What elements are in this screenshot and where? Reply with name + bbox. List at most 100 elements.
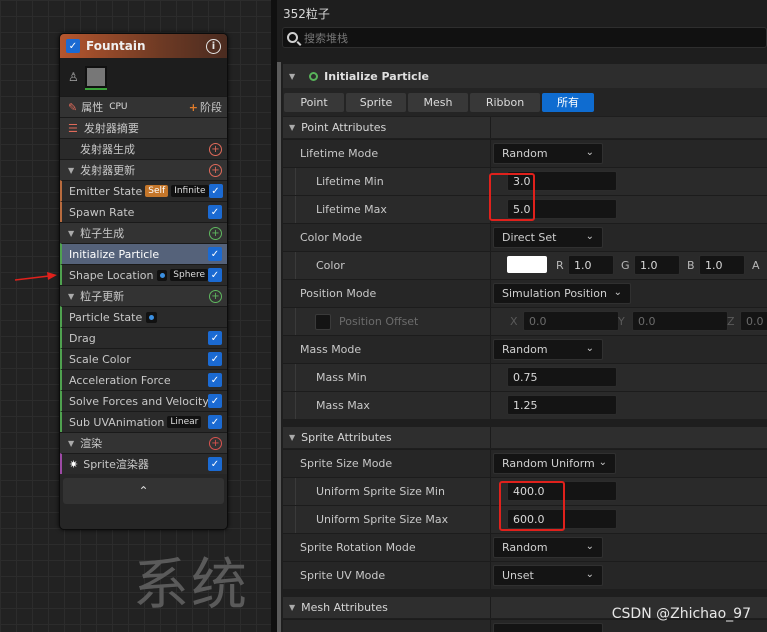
color-r-input[interactable]: 1.0	[568, 255, 614, 275]
graph-canvas[interactable]: 系统 ✓ Fountain i ♙ ✎ 属性 CPU + 阶段 ☰ 发射器摘要	[0, 0, 271, 632]
acceleration-force-checkbox[interactable]: ✓	[208, 373, 222, 387]
tab-point[interactable]: Point	[284, 92, 344, 112]
add-renderer-icon[interactable]: +	[209, 436, 222, 450]
mass-min-input[interactable]: 0.75	[507, 367, 617, 387]
emitter-spawn-row[interactable]: 发射器生成 +	[60, 138, 227, 159]
collapse-icon[interactable]: ▼	[289, 433, 295, 442]
drag-row[interactable]: Drag ✓	[60, 327, 227, 348]
add-emitter-update-icon[interactable]: +	[209, 163, 222, 177]
add-stage-button[interactable]: + 阶段	[189, 99, 222, 115]
scale-color-checkbox[interactable]: ✓	[208, 352, 222, 366]
summary-row[interactable]: ☰ 发射器摘要	[60, 117, 227, 138]
render-section[interactable]: ▼ 渲染 +	[60, 432, 227, 453]
lifetime-min-row: Lifetime Min 3.0	[283, 167, 767, 195]
sprite-uv-mode-dropdown[interactable]: Unset ⌄	[493, 565, 603, 586]
emitter-state-row[interactable]: Emitter State Self Infinite ✓	[60, 180, 227, 201]
position-mode-dropdown[interactable]: Simulation Position ⌄	[493, 283, 631, 304]
particle-spawn-section[interactable]: ▼ 粒子生成 +	[60, 222, 227, 243]
sprite-rotation-mode-dropdown[interactable]: Random ⌄	[493, 537, 603, 558]
solve-forces-row[interactable]: Solve Forces and Velocity ✓	[60, 390, 227, 411]
drag-checkbox[interactable]: ✓	[208, 331, 222, 345]
initialize-particle-row[interactable]: Initialize Particle ✓	[60, 243, 227, 264]
collapse-icon[interactable]: ▼	[289, 603, 295, 612]
collapse-icon[interactable]: ▼	[289, 72, 295, 81]
lifetime-mode-row: Lifetime Mode Random ⌄	[283, 139, 767, 167]
emitter-node[interactable]: ✓ Fountain i ♙ ✎ 属性 CPU + 阶段 ☰ 发射器摘要 发射器…	[59, 33, 228, 530]
collapse-icon[interactable]: ▼	[289, 123, 295, 132]
sprite-rotation-mode-label: Sprite Rotation Mode	[300, 541, 416, 554]
color-swatch[interactable]	[507, 256, 547, 273]
tab-all[interactable]: 所有	[542, 92, 594, 112]
tab-ribbon[interactable]: Ribbon	[470, 92, 540, 112]
collapse-icon[interactable]: ▼	[68, 166, 74, 175]
emitter-update-label: 发射器更新	[80, 164, 136, 177]
sprite-size-max-input[interactable]: 600.0	[507, 509, 617, 529]
tab-sprite[interactable]: Sprite	[346, 92, 406, 112]
lifetime-mode-label: Lifetime Mode	[300, 147, 379, 160]
sprite-size-min-input[interactable]: 400.0	[507, 481, 617, 501]
particle-update-section[interactable]: ▼ 粒子更新 +	[60, 285, 227, 306]
search-placeholder: 搜索堆栈	[304, 31, 348, 45]
sprite-renderer-checkbox[interactable]: ✓	[208, 457, 222, 471]
mesh-mode-dropdown[interactable]	[493, 623, 603, 632]
shape-location-checkbox[interactable]: ✓	[208, 268, 222, 282]
particle-update-label: 粒子更新	[80, 290, 125, 303]
sprite-renderer-row[interactable]: ✷ Sprite渲染器 ✓	[60, 453, 227, 474]
emitter-node-header[interactable]: ✓ Fountain i	[60, 34, 227, 58]
emitter-thumbnail[interactable]	[84, 66, 107, 88]
add-particle-spawn-icon[interactable]: +	[209, 226, 222, 240]
color-b-input[interactable]: 1.0	[699, 255, 745, 275]
sprite-uv-mode-label: Sprite UV Mode	[300, 569, 386, 582]
acceleration-force-row[interactable]: Acceleration Force ✓	[60, 369, 227, 390]
position-offset-checkbox[interactable]	[315, 314, 331, 330]
scale-color-row[interactable]: Scale Color ✓	[60, 348, 227, 369]
spawn-rate-checkbox[interactable]: ✓	[208, 205, 222, 219]
emitter-enabled-checkbox[interactable]: ✓	[66, 39, 80, 53]
dot-icon	[157, 269, 168, 281]
collapse-icon[interactable]: ▼	[68, 439, 74, 448]
annotation-arrow	[15, 272, 57, 281]
mass-max-input[interactable]: 1.25	[507, 395, 617, 415]
chevron-down-icon: ⌄	[585, 343, 594, 354]
offset-x-input[interactable]: 0.0	[523, 311, 619, 331]
particle-state-row[interactable]: Particle State	[60, 306, 227, 327]
mass-mode-label: Mass Mode	[300, 343, 362, 356]
lifetime-mode-dropdown[interactable]: Random ⌄	[493, 143, 603, 164]
color-mode-dropdown[interactable]: Direct Set ⌄	[493, 227, 603, 248]
add-emitter-spawn-icon[interactable]: +	[209, 142, 222, 156]
emitter-update-section[interactable]: ▼ 发射器更新 +	[60, 159, 227, 180]
sub-uv-checkbox[interactable]: ✓	[208, 415, 222, 429]
shape-location-row[interactable]: Shape Location Sphere ✓	[60, 264, 227, 285]
point-attributes-header[interactable]: ▼ Point Attributes	[283, 117, 767, 138]
collapse-icon[interactable]: ▼	[68, 229, 74, 238]
solve-forces-checkbox[interactable]: ✓	[208, 394, 222, 408]
offset-y-input[interactable]: 0.0	[632, 311, 728, 331]
color-g-input[interactable]: 1.0	[634, 255, 680, 275]
sub-uv-row[interactable]: Sub UVAnimation Linear ✓	[60, 411, 227, 432]
mass-mode-dropdown[interactable]: Random ⌄	[493, 339, 603, 360]
filter-tabs: Point Sprite Mesh Ribbon 所有	[283, 88, 767, 116]
lifetime-min-label: Lifetime Min	[316, 175, 384, 188]
sprite-size-mode-dropdown[interactable]: Random Uniform ⌄	[493, 453, 616, 474]
chevron-down-icon: ⌄	[598, 457, 607, 468]
info-icon[interactable]: i	[206, 38, 221, 54]
module-header[interactable]: ▼ Initialize Particle	[283, 64, 767, 88]
scrollbar[interactable]	[277, 62, 281, 632]
collapse-icon[interactable]: ▼	[68, 292, 74, 301]
sprite-size-max-label: Uniform Sprite Size Max	[316, 513, 449, 526]
sprite-attributes-header[interactable]: ▼ Sprite Attributes	[283, 427, 767, 448]
search-input[interactable]: 搜索堆栈	[282, 27, 767, 48]
lifetime-min-input[interactable]: 3.0	[507, 171, 617, 191]
tab-mesh[interactable]: Mesh	[408, 92, 468, 112]
module-title: Initialize Particle	[324, 69, 429, 83]
properties-row[interactable]: ✎ 属性 CPU + 阶段	[60, 96, 227, 117]
z-label: Z	[727, 315, 735, 328]
add-particle-update-icon[interactable]: +	[209, 289, 222, 303]
y-label: Y	[618, 315, 625, 328]
offset-z-input[interactable]: 0.0	[740, 311, 767, 331]
collapse-node-button[interactable]: ⌃	[63, 478, 224, 504]
emitter-state-checkbox[interactable]: ✓	[208, 184, 223, 198]
spawn-rate-row[interactable]: Spawn Rate ✓	[60, 201, 227, 222]
initialize-particle-checkbox[interactable]: ✓	[208, 247, 222, 261]
lifetime-max-input[interactable]: 5.0	[507, 199, 617, 219]
